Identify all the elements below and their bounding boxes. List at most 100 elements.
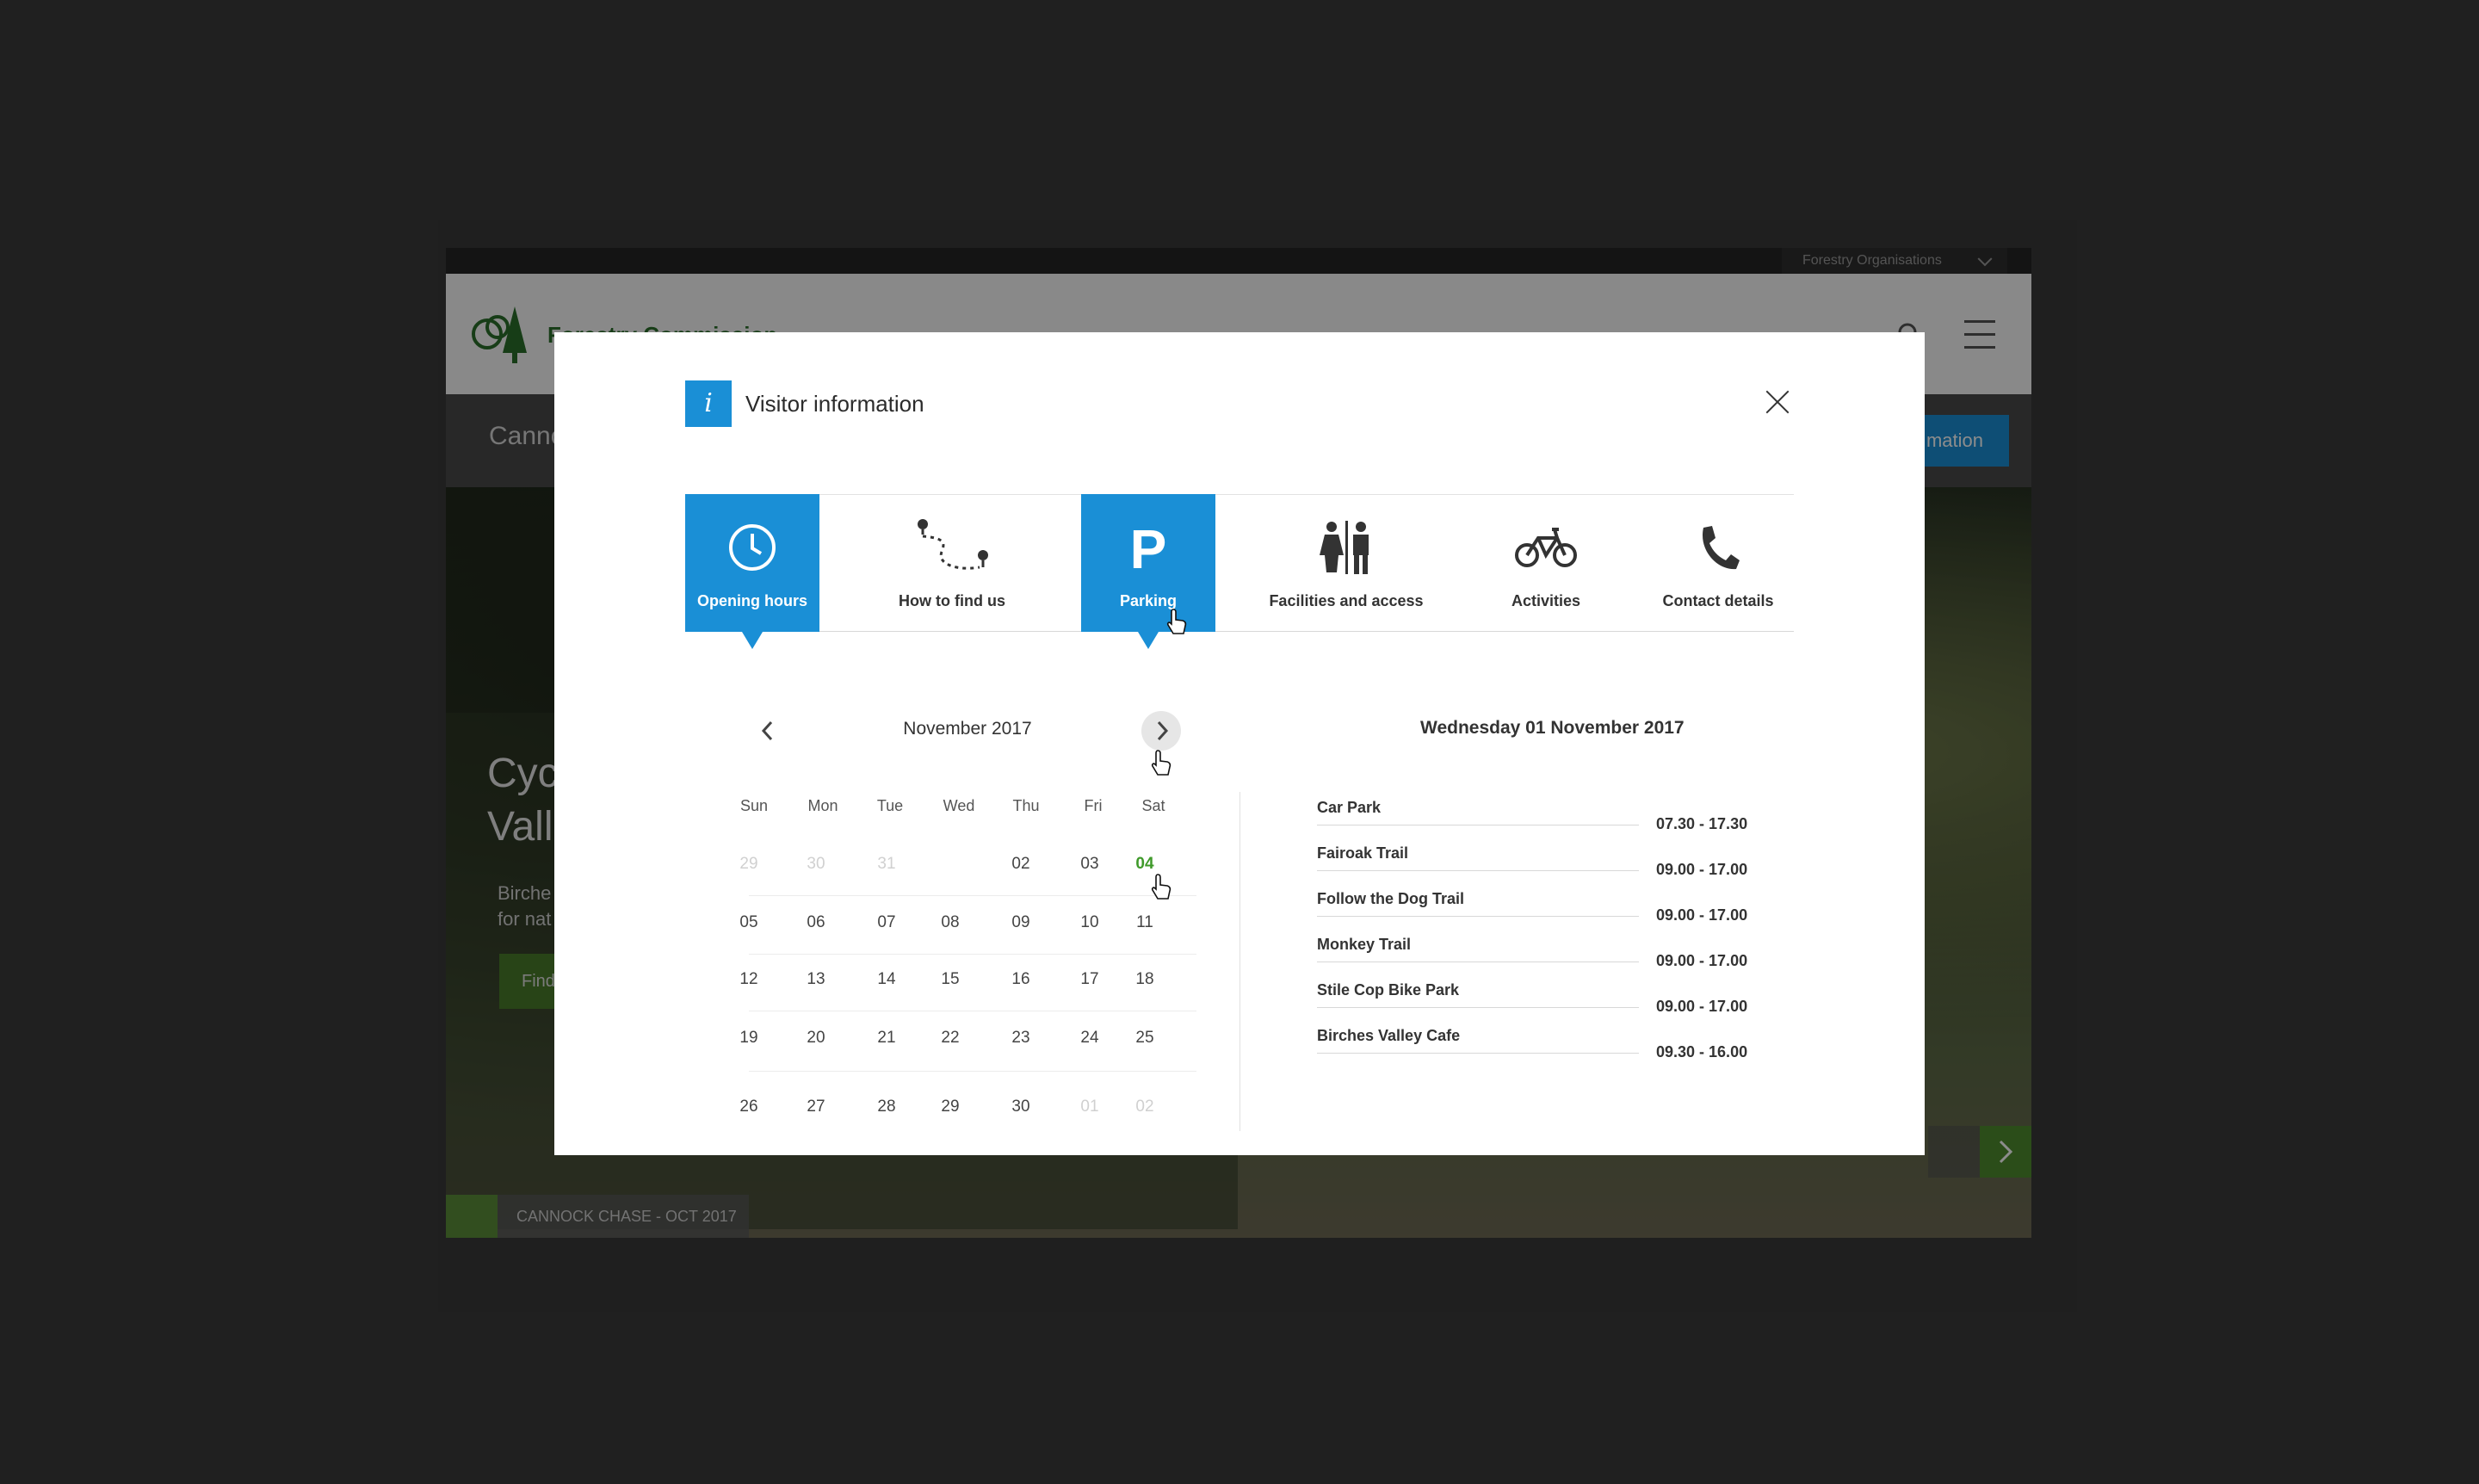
calendar-row-divider (749, 895, 1196, 896)
tab-facilities-and-access[interactable]: Facilities and access (1269, 494, 1424, 632)
calendar-day[interactable]: 16 (996, 962, 1046, 997)
schedule-location: Car Park (1317, 799, 1382, 816)
calendar-day[interactable]: 11 (1120, 906, 1170, 940)
calendar-day[interactable]: 24 (1065, 1021, 1115, 1055)
schedule-time: 09.00 - 17.00 (1656, 906, 1748, 924)
parking-icon: P (1081, 520, 1215, 575)
chevron-right-icon (1157, 720, 1169, 741)
calendar-next-button[interactable] (1141, 711, 1181, 751)
calendar-day[interactable]: 08 (925, 906, 975, 940)
calendar-day[interactable]: 26 (724, 1090, 774, 1124)
hand-cursor-icon (1166, 609, 1187, 634)
calendar-day[interactable]: 19 (724, 1021, 774, 1055)
tab-activities[interactable]: Activities (1479, 494, 1613, 632)
calendar-day[interactable]: 27 (791, 1090, 841, 1124)
schedule-divider (1317, 916, 1639, 917)
calendar-day[interactable]: 12 (724, 962, 774, 997)
toilets-icon (1279, 520, 1413, 575)
calendar-row-divider (749, 954, 1196, 955)
schedule-time: 09.00 - 17.00 (1656, 998, 1748, 1015)
calendar-day[interactable]: 20 (791, 1021, 841, 1055)
calendar-row-divider (749, 1071, 1196, 1072)
calendar-day[interactable]: 17 (1065, 962, 1115, 997)
calendar-day[interactable]: 10 (1065, 906, 1115, 940)
schedule-location: Follow the Dog Trail (1317, 890, 1464, 907)
calendar-day[interactable]: 21 (862, 1021, 912, 1055)
tab-parking[interactable]: P Parking (1081, 494, 1215, 649)
schedule-row: Stile Cop Bike Park 09.00 - 17.00 (1317, 981, 1765, 1028)
calendar-day[interactable]: 30 (996, 1090, 1046, 1124)
calendar-day[interactable]: 30 (791, 847, 841, 881)
calendar-prev-button[interactable] (749, 711, 788, 751)
info-tabs: Opening hours How to find us P Parking F… (685, 494, 1794, 649)
calendar-day[interactable]: 05 (724, 906, 774, 940)
close-button[interactable] (1765, 389, 1790, 415)
calendar-day-selected[interactable]: 01 (925, 844, 975, 885)
weekday-label: Wed (943, 797, 975, 814)
tab-label: How to find us (899, 592, 1005, 609)
modal-title: Visitor information (745, 390, 924, 417)
calendar-day[interactable]: 25 (1120, 1021, 1170, 1055)
calendar-day[interactable]: 18 (1120, 962, 1170, 997)
chevron-left-icon (761, 720, 773, 741)
schedule-location: Birches Valley Cafe (1317, 1027, 1461, 1044)
calendar-day[interactable]: 13 (791, 962, 841, 997)
tab-label: Facilities and access (1269, 592, 1424, 609)
svg-text:P: P (1130, 520, 1167, 575)
calendar-day[interactable]: 02 (996, 847, 1046, 881)
tab-opening-hours[interactable]: Opening hours (685, 494, 819, 649)
schedule-divider (1317, 870, 1639, 871)
route-map-icon (885, 519, 1019, 575)
tab-label: Contact details (1662, 592, 1774, 609)
calendar-day[interactable]: 02 (1120, 1090, 1170, 1124)
schedule-row: Follow the Dog Trail 09.00 - 17.00 (1317, 890, 1765, 937)
weekday-label: Mon (807, 797, 838, 814)
weekday-label: Sat (1141, 797, 1165, 814)
schedule-time: 09.00 - 17.00 (1656, 952, 1748, 969)
calendar-week-row: 05 06 07 08 09 10 11 (739, 906, 1196, 940)
schedule-divider (1317, 1007, 1639, 1008)
calendar-day[interactable]: 09 (996, 906, 1046, 940)
calendar-day[interactable]: 23 (996, 1021, 1046, 1055)
schedule-row: Birches Valley Cafe 09.30 - 16.00 (1317, 1027, 1765, 1073)
schedule-time: 07.30 - 17.30 (1656, 815, 1748, 832)
schedule-time: 09.30 - 16.00 (1656, 1043, 1748, 1060)
tab-how-to-find-us[interactable]: How to find us (885, 494, 1019, 632)
weekday-label: Sun (739, 797, 769, 814)
calendar-day[interactable]: 22 (925, 1021, 975, 1055)
hand-cursor-icon (1151, 874, 1171, 900)
tab-label: Opening hours (697, 592, 807, 609)
calendar-day[interactable]: 29 (925, 1090, 975, 1124)
bicycle-icon (1479, 520, 1613, 575)
info-icon: i (685, 380, 732, 427)
phone-icon (1651, 520, 1785, 575)
schedule-divider (1317, 1053, 1639, 1054)
calendar-week-row: 12 13 14 15 16 17 18 (739, 962, 1196, 997)
calendar-day[interactable]: 01 (1065, 1090, 1115, 1124)
calendar-day[interactable]: 07 (862, 906, 912, 940)
calendar-day[interactable]: 14 (862, 962, 912, 997)
calendar-day[interactable]: 29 (724, 847, 774, 881)
visitor-information-modal: i Visitor information Opening hours How … (554, 332, 1925, 1155)
schedule-row: Fairoak Trail 09.00 - 17.00 (1317, 844, 1765, 891)
tab-contact-details[interactable]: Contact details (1651, 494, 1785, 632)
calendar-week-row: 26 27 28 29 30 01 02 (739, 1090, 1196, 1124)
schedule-location: Monkey Trail (1317, 936, 1412, 953)
weekday-label: Fri (1084, 797, 1103, 814)
calendar-week-row: 19 20 21 22 23 24 25 (739, 1021, 1196, 1055)
calendar-month-label: November 2017 (903, 719, 1032, 739)
weekday-label: Thu (1012, 797, 1040, 814)
calendar-weekday-row: Sun Mon Tue Wed Thu Fri Sat (740, 788, 1196, 823)
calendar-week-row: 29 30 31 01 02 03 04 (739, 844, 1196, 885)
schedule-date-heading: Wednesday 01 November 2017 (1420, 718, 1685, 738)
calendar-day[interactable]: 06 (791, 906, 841, 940)
calendar-day[interactable]: 31 (862, 847, 912, 881)
modal-header: i Visitor information (685, 380, 924, 427)
calendar-day[interactable]: 28 (862, 1090, 912, 1124)
schedule-location: Fairoak Trail (1317, 844, 1409, 862)
calendar-day[interactable]: 03 (1065, 847, 1115, 881)
hand-cursor-icon (1151, 750, 1171, 776)
clock-icon (685, 520, 819, 575)
calendar-day[interactable]: 15 (925, 962, 975, 997)
schedule-time: 09.00 - 17.00 (1656, 861, 1748, 878)
